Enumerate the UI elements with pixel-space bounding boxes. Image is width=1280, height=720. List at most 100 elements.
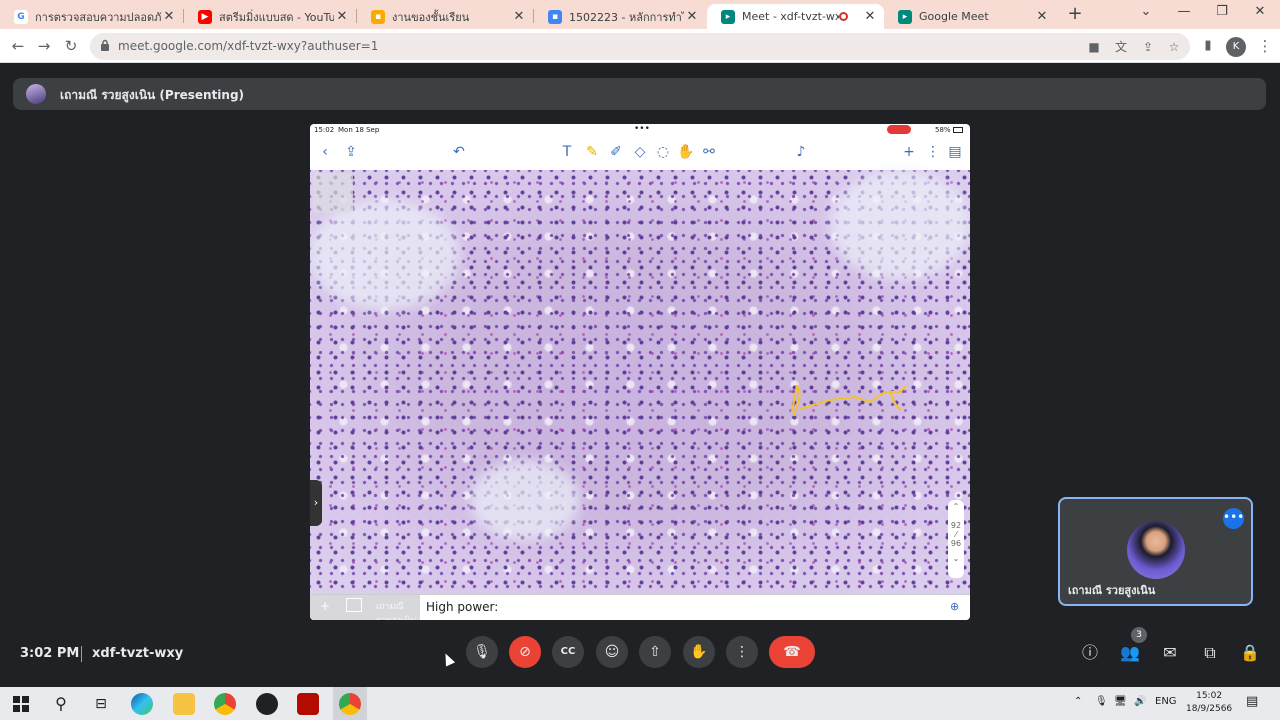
acrobat-icon[interactable]: [297, 693, 319, 715]
presenter-thumbnail: + เถามณี รวยสูงเนิน: [310, 595, 420, 620]
back-chevron-icon[interactable]: ‹: [316, 143, 334, 161]
new-tab-button[interactable]: +: [1066, 4, 1084, 24]
translate-icon[interactable]: 文: [1112, 38, 1130, 56]
zoom-icon[interactable]: ⊕: [950, 600, 964, 614]
meet-control-bar: 3:02 PM xdf-tvzt-wxy 🎙 ⊘ CC ☺ ⇧ ✋ ⋮ ☎ ⓘ …: [0, 627, 1280, 674]
tab-google-meet[interactable]: ▸ Google Meet ✕: [884, 4, 1056, 29]
close-tab-icon[interactable]: ✕: [511, 9, 527, 24]
google-icon: G: [14, 9, 28, 24]
system-clock[interactable]: 15:02 18/9/2566: [1186, 690, 1232, 716]
page-indicator[interactable]: ⌃ 92 ⁄ 96 ⌄: [948, 500, 964, 578]
activities-icon[interactable]: ⧉: [1199, 642, 1221, 664]
host-controls-icon[interactable]: 🔒: [1239, 642, 1261, 664]
minimize-button[interactable]: —: [1174, 4, 1194, 19]
url-text: meet.google.com/xdf-tvzt-wxy?authuser=1: [118, 39, 379, 53]
pen-icon[interactable]: ✐: [607, 143, 625, 161]
reload-icon[interactable]: ↻: [61, 36, 81, 56]
bookmark-star-icon[interactable]: ☆: [1165, 38, 1183, 56]
task-view-icon[interactable]: ⊟: [90, 693, 112, 715]
system-time: 15:02: [1196, 691, 1223, 701]
language-indicator[interactable]: ENG: [1155, 696, 1177, 707]
close-window-button[interactable]: ✕: [1250, 4, 1270, 19]
tab-youtube-studio[interactable]: ▶ สตรีมมิ่งแบบสด - YouTube Stu ✕: [184, 4, 356, 29]
undo-icon[interactable]: ↶: [450, 143, 468, 161]
presenter-label: เถามณี รวยสูงเนิน (Presenting): [60, 88, 245, 102]
notes-strip: + เถามณี รวยสูงเนิน High power: ⊕: [310, 594, 970, 620]
tab-classwork[interactable]: ▪ งานของชั้นเรียน ✕: [357, 4, 533, 29]
annotation-overlay: [791, 384, 907, 417]
app-icon[interactable]: [256, 693, 278, 715]
participant-tile[interactable]: ••• เถามณี รวยสูงเนิน: [1058, 497, 1253, 606]
microphone-button[interactable]: 🎙: [466, 636, 498, 668]
side-panel-icon[interactable]: ▮: [1198, 36, 1218, 56]
share-icon[interactable]: ⇪: [1139, 38, 1157, 56]
close-tab-icon[interactable]: ✕: [1034, 9, 1050, 24]
chrome-icon[interactable]: [214, 693, 236, 715]
page-thumbnail[interactable]: [313, 173, 353, 213]
pages-icon[interactable]: ▤: [946, 143, 964, 161]
meeting-code: xdf-tvzt-wxy: [92, 646, 184, 661]
notes-app-toolbar: ‹ ⇪ ↶ T ✎ ✐ ◇ ◌ ✋ ⚯ ♪ + ⋮ ▤: [310, 136, 970, 170]
system-date: 18/9/2566: [1186, 704, 1233, 714]
add-page-icon[interactable]: +: [900, 143, 918, 161]
forward-icon[interactable]: →: [34, 36, 54, 56]
battery-level: 58%: [935, 126, 951, 134]
microphone-icon[interactable]: ♪: [792, 143, 810, 161]
windows-start-icon[interactable]: [10, 693, 32, 715]
page-total: 96: [950, 539, 962, 548]
image-icon[interactable]: [346, 598, 362, 612]
show-hidden-icons[interactable]: ⌃: [1074, 696, 1082, 707]
menu-icon[interactable]: ⋮: [1255, 36, 1275, 56]
chat-icon[interactable]: ✉: [1159, 642, 1181, 664]
emoji-button[interactable]: ☺: [596, 636, 628, 668]
more-options-button[interactable]: ⋮: [726, 636, 758, 668]
classroom-icon: ▪: [371, 9, 385, 24]
chevron-up-icon[interactable]: ⌃: [948, 502, 964, 511]
tab-security-check[interactable]: G การตรวจสอบความปลอดภัย ✕: [0, 4, 183, 29]
export-icon[interactable]: ⇪: [342, 143, 360, 161]
profile-avatar[interactable]: K: [1226, 37, 1246, 57]
maximize-button[interactable]: ❐: [1212, 4, 1232, 19]
tab-search-icon[interactable]: ⌄: [1136, 4, 1156, 19]
tab-title: งานของชั้นเรียน: [392, 10, 470, 24]
more-vertical-icon[interactable]: ⋮: [924, 143, 942, 161]
tab-course[interactable]: ▪ 1502223 - หลักการทำไปสำหรั ✕: [534, 4, 706, 29]
close-tab-icon[interactable]: ✕: [862, 9, 878, 24]
mic-tray-icon[interactable]: 🎙: [1095, 696, 1108, 707]
ipad-date: Mon 18 Sep: [338, 126, 380, 134]
laser-icon[interactable]: ⚯: [700, 143, 718, 161]
back-icon[interactable]: ←: [8, 36, 28, 56]
file-explorer-icon[interactable]: [173, 693, 195, 715]
raise-hand-button[interactable]: ✋: [683, 636, 715, 668]
captions-button[interactable]: CC: [552, 636, 584, 668]
highlighter-icon[interactable]: ✎: [583, 143, 601, 161]
sidebar-toggle[interactable]: ›: [310, 480, 322, 526]
address-bar[interactable]: meet.google.com/xdf-tvzt-wxy?authuser=1 …: [90, 33, 1190, 60]
shared-screen: 15:02 Mon 18 Sep ••• 58% ‹ ⇪ ↶ T ✎ ✐ ◇ ◌…: [310, 124, 970, 620]
network-icon[interactable]: 🖥: [1114, 696, 1127, 707]
leave-call-button[interactable]: ☎: [769, 636, 815, 668]
meeting-info-icon[interactable]: ⓘ: [1079, 642, 1101, 664]
add-icon[interactable]: +: [320, 599, 330, 613]
classroom-icon: ▪: [548, 9, 562, 24]
tab-title: Meet - xdf-tvzt-wxy: [742, 10, 839, 23]
chevron-down-icon[interactable]: ⌄: [948, 554, 964, 563]
edge-icon[interactable]: [131, 693, 153, 715]
close-tab-icon[interactable]: ✕: [334, 9, 350, 24]
search-icon[interactable]: ⚲: [50, 693, 72, 715]
lasso-icon[interactable]: ◌: [654, 143, 672, 161]
people-icon[interactable]: 👥: [1119, 642, 1141, 664]
shapes-icon[interactable]: ✋: [677, 143, 695, 161]
notifications-icon[interactable]: ▤: [1246, 694, 1258, 709]
volume-icon[interactable]: 🔊: [1134, 696, 1146, 707]
chrome-icon[interactable]: [339, 693, 361, 715]
present-button[interactable]: ⇧: [639, 636, 671, 668]
text-tool-icon[interactable]: T: [558, 143, 576, 161]
camera-icon[interactable]: ■: [1085, 38, 1103, 56]
close-tab-icon[interactable]: ✕: [684, 9, 700, 24]
eraser-icon[interactable]: ◇: [631, 143, 649, 161]
more-options-icon[interactable]: •••: [1223, 508, 1244, 529]
close-tab-icon[interactable]: ✕: [161, 9, 177, 24]
tab-meet-active[interactable]: ▸ Meet - xdf-tvzt-wxy ✕: [707, 4, 884, 29]
camera-off-button[interactable]: ⊘: [509, 636, 541, 668]
